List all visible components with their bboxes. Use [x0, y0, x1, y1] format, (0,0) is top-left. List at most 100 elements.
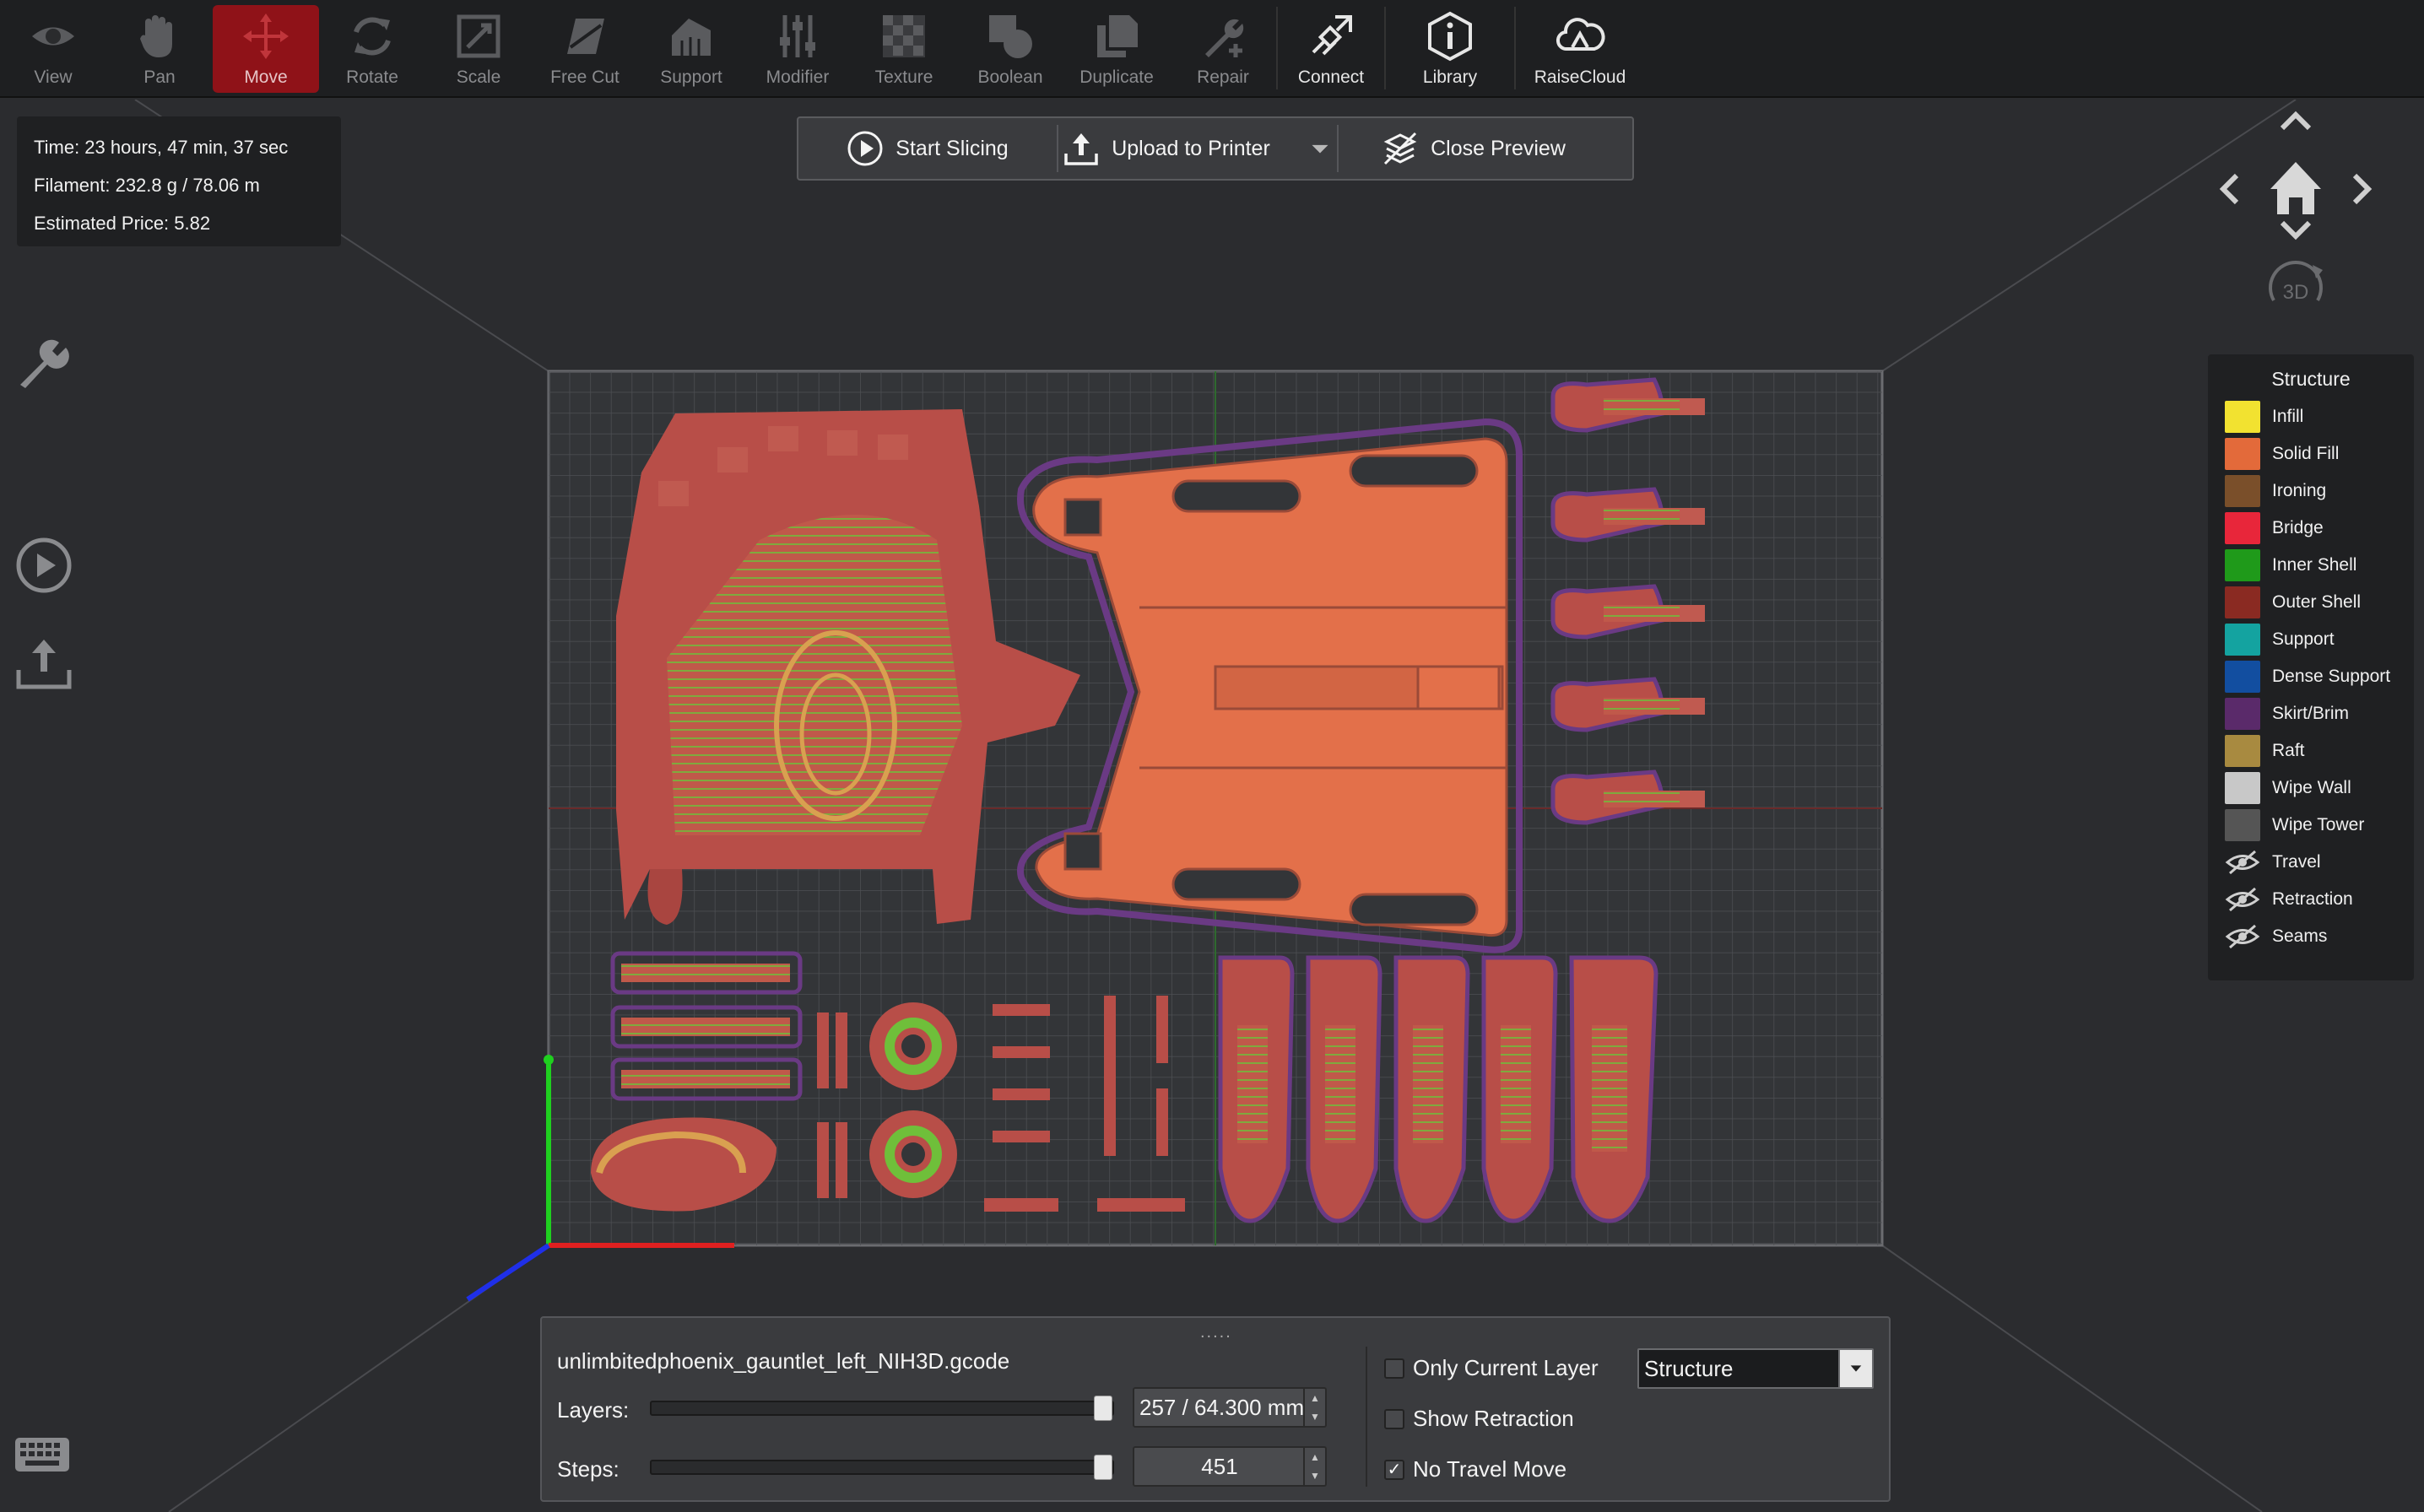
legend-label: Ironing — [2272, 481, 2327, 500]
tool-label: Move — [244, 68, 288, 87]
legend-swatch — [2225, 809, 2260, 841]
legend-label: Dense Support — [2272, 667, 2391, 686]
show-retraction-option[interactable]: Show Retraction — [1384, 1406, 1574, 1432]
eye-icon — [32, 27, 74, 46]
hand-icon — [140, 15, 172, 57]
legend-item-wipe-tower[interactable]: Wipe Tower — [2208, 807, 2414, 844]
settings-wrench-button[interactable] — [14, 332, 74, 393]
panel-drag-handle[interactable]: ..... — [1200, 1323, 1232, 1342]
tool-label: Boolean — [977, 68, 1043, 87]
wrench-icon — [20, 339, 69, 388]
tool-connect[interactable]: Connect — [1278, 0, 1384, 98]
only-current-layer-option[interactable]: Only Current Layer — [1384, 1355, 1599, 1381]
legend-item-skirt-brim[interactable]: Skirt/Brim — [2208, 695, 2414, 732]
layers-slider[interactable] — [650, 1396, 1114, 1421]
legend-label: Bridge — [2272, 518, 2324, 537]
spin-down-icon[interactable]: ▼ — [1305, 1466, 1325, 1485]
steps-slider[interactable] — [650, 1455, 1114, 1480]
legend-swatch — [2225, 735, 2260, 767]
tool-free-cut[interactable]: Free Cut — [532, 0, 638, 98]
legend-item-retraction[interactable]: Retraction — [2208, 881, 2414, 918]
legend-swatch — [2225, 475, 2260, 507]
legend-label: Support — [2272, 629, 2335, 649]
only-current-layer-label: Only Current Layer — [1413, 1355, 1599, 1380]
tool-support[interactable]: Support — [638, 0, 744, 98]
top-toolbar: View Pan Move Rotate Scale Free Cut Supp… — [0, 0, 2424, 98]
only-current-layer-checkbox[interactable] — [1384, 1358, 1404, 1379]
tool-move[interactable]: Move — [213, 5, 319, 93]
tool-label: Free Cut — [550, 68, 620, 87]
close-preview-button[interactable]: Close Preview — [1339, 118, 1609, 179]
legend-item-infill[interactable]: Infill — [2208, 398, 2414, 435]
view-down-arrow — [2280, 220, 2312, 240]
layers-slider-thumb[interactable] — [1094, 1396, 1112, 1421]
library-icon — [1428, 11, 1472, 62]
show-retraction-checkbox[interactable] — [1384, 1408, 1404, 1429]
support-icon — [672, 19, 711, 56]
start-slicing-button[interactable]: Start Slicing — [798, 118, 1057, 179]
legend-item-seams[interactable]: Seams — [2208, 918, 2414, 955]
tool-boolean[interactable]: Boolean — [957, 0, 1063, 98]
legend-item-raft[interactable]: Raft — [2208, 732, 2414, 770]
move-icon — [243, 14, 289, 59]
keyboard-icon[interactable] — [14, 1434, 71, 1475]
repair-icon — [1205, 19, 1244, 57]
modifier-icon — [780, 15, 815, 57]
tool-duplicate[interactable]: Duplicate — [1063, 0, 1170, 98]
legend-item-inner-shell[interactable]: Inner Shell — [2208, 547, 2414, 584]
legend-item-travel[interactable]: Travel — [2208, 844, 2414, 881]
legend-item-outer-shell[interactable]: Outer Shell — [2208, 584, 2414, 621]
view-mode-select[interactable]: Structure — [1637, 1348, 1874, 1389]
eye-hidden-icon[interactable] — [2225, 887, 2260, 912]
legend-item-dense-support[interactable]: Dense Support — [2208, 658, 2414, 695]
tool-texture[interactable]: Texture — [851, 0, 957, 98]
layers-value: 257 / 64.300 mm — [1139, 1394, 1305, 1420]
preview-control-panel: ..... unlimbitedphoenix_gauntlet_left_NI… — [540, 1316, 1891, 1502]
tool-view[interactable]: View — [0, 0, 106, 98]
tool-label: Texture — [874, 68, 933, 87]
no-travel-move-checkbox[interactable]: ✓ — [1384, 1459, 1404, 1480]
upload-icon — [1064, 133, 1098, 165]
steps-slider-thumb[interactable] — [1094, 1455, 1112, 1480]
legend-swatch — [2225, 698, 2260, 730]
legend-swatch — [2225, 624, 2260, 656]
view-navigator[interactable]: 3D — [2211, 105, 2380, 332]
legend-label: Raft — [2272, 741, 2305, 760]
chevron-down-icon[interactable] — [1838, 1350, 1872, 1387]
tool-label: Rotate — [346, 68, 398, 87]
layers-spinbox[interactable]: 257 / 64.300 mm ▲ ▼ — [1133, 1387, 1327, 1428]
tool-raisecloud[interactable]: RaiseCloud — [1516, 0, 1644, 98]
legend-label: Wipe Tower — [2272, 815, 2365, 834]
spin-up-icon[interactable]: ▲ — [1305, 1389, 1325, 1407]
no-travel-move-option[interactable]: ✓ No Travel Move — [1384, 1456, 1566, 1482]
legend-item-support[interactable]: Support — [2208, 621, 2414, 658]
legend-item-bridge[interactable]: Bridge — [2208, 510, 2414, 547]
legend-item-wipe-wall[interactable]: Wipe Wall — [2208, 770, 2414, 807]
tool-modifier[interactable]: Modifier — [744, 0, 851, 98]
eye-hidden-icon[interactable] — [2225, 924, 2260, 949]
tool-repair[interactable]: Repair — [1170, 0, 1276, 98]
export-button[interactable] — [14, 633, 74, 694]
spin-down-icon[interactable]: ▼ — [1305, 1407, 1325, 1426]
slice-action-bar: Start Slicing Upload to Printer Close Pr… — [797, 116, 1634, 181]
scale-icon — [457, 14, 500, 58]
layers-label: Layers: — [557, 1397, 630, 1423]
steps-value: 451 — [1201, 1453, 1238, 1479]
tool-library[interactable]: Library — [1386, 0, 1514, 98]
chevron-down-icon[interactable] — [1307, 136, 1333, 161]
eye-hidden-icon[interactable] — [2225, 850, 2260, 875]
legend-swatch — [2225, 661, 2260, 693]
legend-swatch — [2225, 401, 2260, 433]
upload-to-printer-button[interactable]: Upload to Printer — [1058, 118, 1337, 179]
print-info-panel: Time: 23 hours, 47 min, 37 sec Filament:… — [17, 116, 341, 246]
steps-spinbox[interactable]: 451 ▲ ▼ — [1133, 1446, 1327, 1487]
tool-pan[interactable]: Pan — [106, 0, 213, 98]
legend-item-solid-fill[interactable]: Solid Fill — [2208, 435, 2414, 472]
tool-label: Modifier — [766, 68, 830, 87]
viewport-3d[interactable] — [0, 100, 2424, 1512]
play-preview-button[interactable] — [14, 535, 74, 596]
tool-rotate[interactable]: Rotate — [319, 0, 425, 98]
spin-up-icon[interactable]: ▲ — [1305, 1448, 1325, 1466]
tool-scale[interactable]: Scale — [425, 0, 532, 98]
legend-item-ironing[interactable]: Ironing — [2208, 472, 2414, 510]
